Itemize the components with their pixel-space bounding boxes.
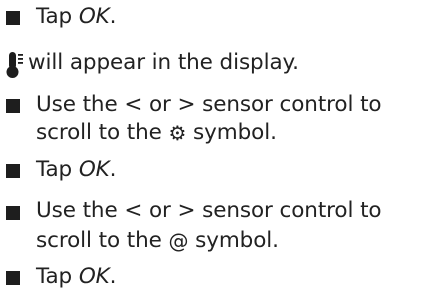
step-text: Tap OK.: [36, 264, 117, 289]
step-text-line2: scroll to the ⚙ symbol.: [36, 120, 277, 145]
thermometer-icon: [4, 46, 28, 80]
step-text-line2: scroll to the @ symbol.: [36, 228, 279, 253]
list-item: will appear in the display.: [0, 46, 430, 80]
list-item: Tap OK.: [0, 155, 430, 187]
list-item: Tap OK.: [0, 2, 430, 34]
step-text-line1: Use the < or > sensor control to: [36, 92, 382, 117]
step-text: will appear in the display.: [28, 50, 299, 75]
step-text: Tap OK.: [36, 4, 117, 29]
bullet-square: [6, 164, 20, 178]
at-symbol-icon: @: [168, 229, 189, 253]
instruction-list: Tap OK. will appear in the display. Use …: [0, 0, 430, 295]
list-item: Tap OK.: [0, 262, 430, 294]
step-text: Tap OK.: [36, 157, 117, 182]
list-item: Use the < or > sensor control to scroll …: [0, 88, 430, 148]
step-text-line1: Use the < or > sensor control to: [36, 198, 382, 223]
bullet-square: [6, 271, 20, 285]
bullet-square: [6, 99, 20, 113]
bullet-square: [6, 11, 20, 25]
settings-gear-icon: ⚙: [168, 121, 187, 145]
list-item: Use the < or > sensor control to scroll …: [0, 194, 430, 256]
bullet-square: [6, 206, 20, 220]
